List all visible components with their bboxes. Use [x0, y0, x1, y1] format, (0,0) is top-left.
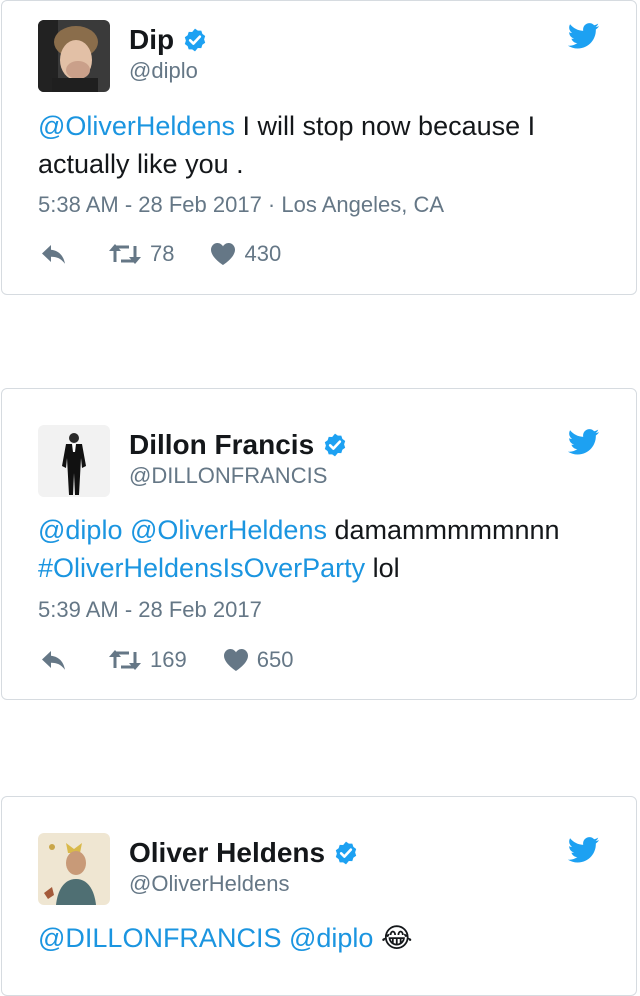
tweet-actions: 78 430 [38, 241, 281, 267]
mention-link[interactable]: @OliverHeldens [38, 111, 235, 141]
tears-of-joy-emoji: 😂 [380, 923, 413, 953]
retweet-icon [109, 650, 141, 670]
like-count: 650 [256, 647, 294, 672]
heart-icon [211, 243, 236, 265]
retweet-button[interactable]: 78 [108, 241, 174, 267]
like-count: 430 [244, 241, 282, 266]
verified-badge-icon [184, 28, 206, 52]
author-name[interactable]: Dillon Francis [129, 428, 314, 462]
tweet-card-diplo: Dip @diplo @OliverHeldens I will stop no… [1, 0, 637, 295]
author-handle[interactable]: @OliverHeldens [129, 870, 290, 898]
hashtag-link[interactable]: #OliverHeldensIsOverParty [38, 553, 365, 583]
tweet-body: damammmmmnnn [326, 515, 560, 545]
reply-icon [42, 651, 65, 670]
tweet-text: @OliverHeldens I will stop now because I… [38, 107, 606, 183]
tweet-card-dillonfrancis: Dillon Francis @DILLONFRANCIS @diplo @Ol… [1, 388, 637, 700]
retweet-count: 169 [150, 647, 187, 672]
verified-badge-icon [324, 433, 346, 457]
heart-icon [223, 649, 248, 671]
reply-icon [42, 245, 65, 264]
author-name[interactable]: Dip [129, 23, 174, 57]
avatar-oliverheldens[interactable] [38, 833, 110, 905]
tweet-card-oliverheldens: Oliver Heldens @OliverHeldens @DILLONFRA… [1, 796, 637, 996]
retweet-button[interactable]: 169 [108, 647, 187, 673]
retweet-count: 78 [150, 241, 175, 266]
twitter-bird-icon[interactable] [568, 429, 600, 455]
tweet-timestamp[interactable]: 5:39 AM - 28 Feb 2017 [38, 596, 262, 624]
author-handle[interactable]: @DILLONFRANCIS [129, 462, 327, 490]
verified-badge-icon [335, 841, 357, 865]
avatar-diplo[interactable] [38, 20, 110, 92]
tweet-text: @diplo @OliverHeldens damammmmmnnn #Oliv… [38, 511, 606, 587]
reply-button[interactable] [40, 242, 68, 266]
mention-link[interactable]: @DILLONFRANCIS [38, 923, 281, 953]
retweet-icon [109, 244, 141, 264]
author-handle[interactable]: @diplo [129, 57, 198, 85]
twitter-bird-icon[interactable] [568, 837, 600, 863]
mention-link[interactable]: @diplo [38, 515, 122, 545]
like-button[interactable]: 650 [223, 647, 294, 673]
tweet-timestamp[interactable]: 5:38 AM - 28 Feb 2017 · Los Angeles, CA [38, 191, 444, 219]
tweet-actions: 169 650 [38, 647, 293, 673]
like-button[interactable]: 430 [210, 241, 281, 267]
mention-link[interactable]: @OliverHeldens [130, 515, 327, 545]
author-name[interactable]: Oliver Heldens [129, 836, 325, 870]
tweet-body-end: lol [365, 553, 400, 583]
avatar-dillonfrancis[interactable] [38, 425, 110, 497]
twitter-bird-icon[interactable] [568, 23, 600, 49]
tweet-text: @DILLONFRANCIS @diplo 😂 [38, 919, 606, 957]
reply-button[interactable] [40, 648, 68, 672]
mention-link[interactable]: @diplo [289, 923, 373, 953]
